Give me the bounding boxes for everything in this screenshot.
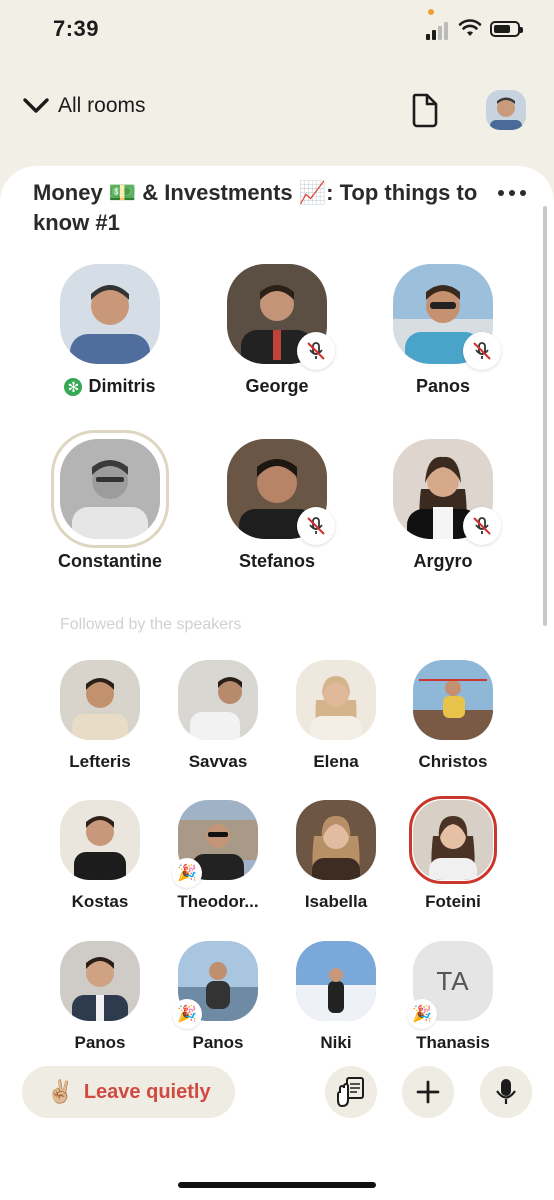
more-options-button[interactable] — [498, 190, 526, 196]
speaker-name: George — [245, 376, 309, 396]
listener-photo — [296, 800, 376, 880]
listener-photo — [296, 941, 376, 1021]
more-dot — [509, 190, 515, 196]
speaker-panos[interactable]: Panos — [363, 264, 523, 397]
bottom-action-bar: ✌🏼 Leave quietly — [0, 1066, 554, 1200]
more-dot — [520, 190, 526, 196]
new-member-badge-icon: 🎉 — [172, 999, 202, 1029]
new-member-badge-icon: 🎉 — [172, 858, 202, 888]
listener-name: Christos — [418, 752, 488, 771]
home-indicator[interactable] — [178, 1182, 376, 1188]
leave-quietly-label: Leave quietly — [83, 1080, 211, 1103]
room-title: Money 💵 & Investments 📈: Top things to k… — [33, 180, 478, 235]
listener-photo — [296, 660, 376, 740]
listener-name: Elena — [313, 752, 359, 771]
listener-name: Lefteris — [69, 752, 131, 771]
listener-foteini[interactable]: Foteini — [393, 796, 513, 912]
listener-niki[interactable]: Niki — [276, 941, 396, 1053]
leave-quietly-button[interactable]: ✌🏼 Leave quietly — [22, 1066, 235, 1118]
listener-panos-1[interactable]: Panos — [40, 941, 160, 1053]
plus-icon — [416, 1080, 440, 1104]
listener-name: Panos — [74, 1033, 126, 1052]
speaker-name: Argyro — [413, 551, 473, 571]
wifi-icon — [458, 19, 482, 36]
speaker-george[interactable]: George — [197, 264, 357, 397]
scrollbar[interactable] — [543, 206, 547, 626]
listener-photo — [60, 660, 140, 740]
battery-icon — [490, 21, 523, 37]
raise-hand-button[interactable] — [325, 1066, 377, 1118]
room-panel: Money 💵 & Investments 📈: Top things to k… — [0, 166, 554, 1066]
document-icon — [412, 93, 438, 128]
listener-thanasis[interactable]: TA 🎉 Thanasis — [393, 941, 513, 1053]
nav-bar: All rooms — [0, 80, 554, 140]
speaker-name: Constantine — [57, 551, 162, 571]
all-rooms-label: All rooms — [58, 94, 146, 117]
microphone-icon — [496, 1079, 516, 1104]
muted-mic-icon — [297, 507, 335, 545]
listener-name: Niki — [320, 1033, 352, 1052]
listener-elena[interactable]: Elena — [276, 660, 396, 772]
listener-panos-2[interactable]: 🎉 Panos — [158, 941, 278, 1053]
listener-photo — [413, 800, 493, 880]
listener-name: Thanasis — [416, 1033, 490, 1052]
section-label-followed: Followed by the speakers — [60, 616, 242, 633]
raise-hand-icon — [337, 1077, 364, 1108]
speaker-name: Panos — [415, 376, 471, 396]
new-member-badge-icon: 🎉 — [407, 999, 437, 1029]
muted-mic-icon — [463, 332, 501, 370]
listener-photo — [413, 660, 493, 740]
listener-name: Isabella — [304, 892, 368, 911]
listener-lefteris[interactable]: Lefteris — [40, 660, 160, 772]
profile-photo — [486, 90, 526, 130]
chevron-down-icon — [23, 98, 49, 113]
listener-kostas[interactable]: Kostas — [40, 800, 160, 912]
microphone-button[interactable] — [480, 1066, 532, 1118]
peace-hand-icon: ✌🏼 — [46, 1079, 74, 1104]
speaker-name: Stefanos — [238, 551, 316, 571]
status-time: 7:39 — [53, 16, 100, 41]
moderator-badge-icon: ✻ — [64, 377, 83, 396]
listener-photo — [60, 800, 140, 880]
listener-isabella[interactable]: Isabella — [276, 800, 396, 912]
profile-avatar[interactable] — [486, 90, 526, 130]
listener-photo — [178, 660, 258, 740]
listener-name: Foteini — [425, 892, 481, 911]
listener-photo — [60, 941, 140, 1021]
more-dot — [498, 190, 504, 196]
add-button[interactable] — [402, 1066, 454, 1118]
speaker-photo — [60, 439, 160, 539]
speaker-stefanos[interactable]: Stefanos — [197, 439, 357, 572]
cellular-signal-icon — [426, 20, 452, 40]
muted-mic-icon — [463, 507, 501, 545]
listener-savvas[interactable]: Savvas — [158, 660, 278, 772]
listener-name: Theodor... — [177, 892, 259, 911]
listener-christos[interactable]: Christos — [393, 660, 513, 772]
listener-name: Kostas — [71, 892, 129, 911]
speaker-dimitris[interactable]: ✻ Dimitris — [30, 264, 190, 397]
speaker-name: Dimitris — [88, 376, 156, 396]
all-rooms-button[interactable]: All rooms — [22, 94, 146, 118]
speaker-constantine[interactable]: Constantine — [30, 430, 190, 572]
listener-name: Panos — [192, 1033, 244, 1052]
document-button[interactable] — [410, 92, 440, 133]
speaker-photo — [60, 264, 160, 364]
listener-theodor[interactable]: 🎉 Theodor... — [158, 800, 278, 912]
status-bar: 7:39 — [0, 0, 554, 60]
listener-name: Savvas — [188, 752, 248, 771]
muted-mic-icon — [297, 332, 335, 370]
speaker-argyro[interactable]: Argyro — [363, 439, 523, 572]
privacy-indicator-dot — [428, 9, 434, 15]
